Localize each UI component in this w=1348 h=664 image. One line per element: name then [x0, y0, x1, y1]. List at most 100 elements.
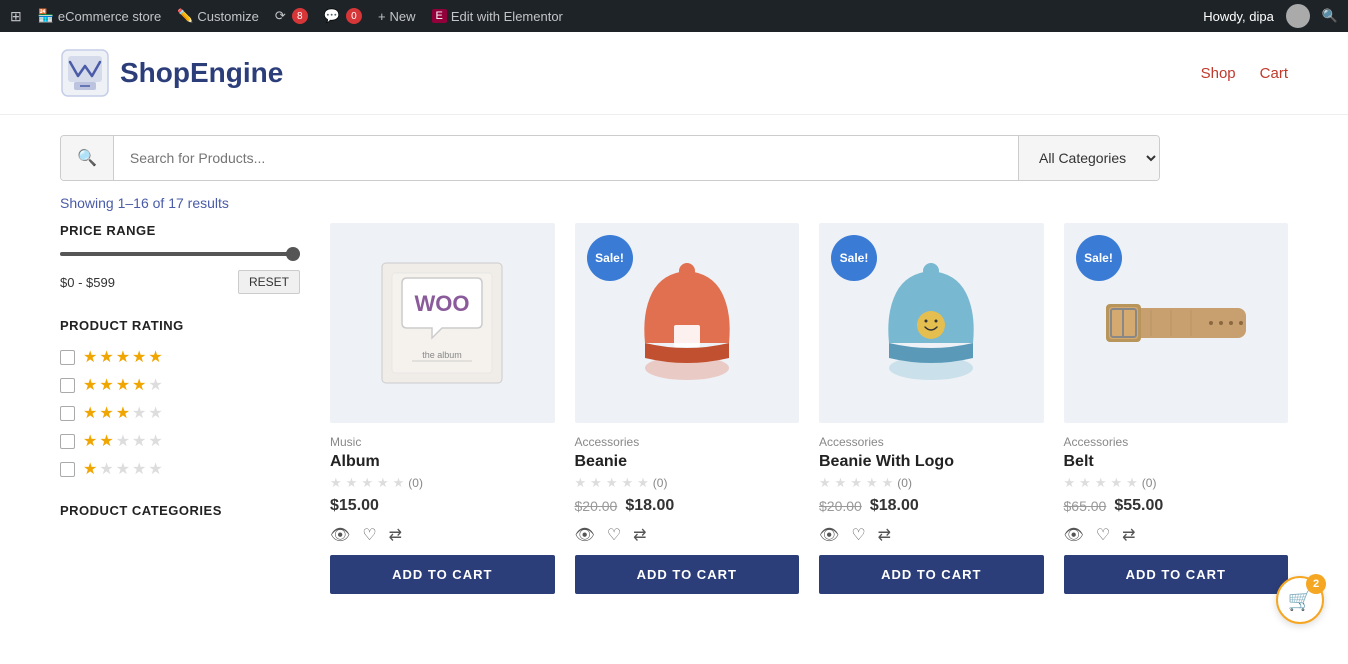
rating-4-stars[interactable]: ★ ★ ★ ★ ★: [60, 375, 300, 395]
search-input[interactable]: [114, 136, 1018, 180]
logo-text: ShopEngine: [120, 57, 283, 89]
view-icon-beanie[interactable]: 👁: [575, 525, 595, 545]
view-icon-album[interactable]: 👁: [330, 525, 350, 545]
main-layout: PRICE RANGE $0 - $599 RESET PRODUCT RATI…: [0, 223, 1348, 594]
wp-logo-icon: ⊞: [10, 8, 22, 25]
product-image-beanie[interactable]: Sale!: [575, 223, 800, 423]
admin-customize[interactable]: ✏️ Customize: [177, 8, 259, 24]
wishlist-icon-album[interactable]: ♡: [362, 525, 376, 545]
product-card-album: WOO the album Music Album ★ ★ ★ ★ ★ (0) …: [330, 223, 555, 594]
admin-updates[interactable]: ⟳ 8: [275, 8, 308, 24]
add-to-cart-belt[interactable]: ADD TO CART: [1064, 555, 1289, 594]
admin-new[interactable]: + New: [378, 9, 416, 24]
cart-count: 2: [1306, 574, 1326, 594]
nav-cart[interactable]: Cart: [1260, 65, 1288, 82]
rating-3-checkbox[interactable]: [60, 406, 75, 421]
rating-5-stars[interactable]: ★ ★ ★ ★ ★: [60, 347, 300, 367]
product-card-beanie-logo: Sale! Accessories: [819, 223, 1044, 594]
updates-count: 8: [292, 8, 308, 24]
admin-bar-right: Howdy, dipa 🔍: [1203, 4, 1338, 28]
product-card-beanie: Sale! Accessories Beanie ★: [575, 223, 800, 594]
product-price-beanie-logo: $20.00 $18.00: [819, 497, 1044, 515]
add-to-cart-album[interactable]: ADD TO CART: [330, 555, 555, 594]
sale-badge-beanie: Sale!: [587, 235, 633, 281]
add-to-cart-beanie[interactable]: ADD TO CART: [575, 555, 800, 594]
add-to-cart-beanie-logo[interactable]: ADD TO CART: [819, 555, 1044, 594]
category-select[interactable]: All Categories Accessories Music Clothin…: [1018, 136, 1159, 180]
comments-count: 0: [346, 8, 362, 24]
howdy-text: Howdy, dipa: [1203, 9, 1274, 24]
price-original-beanie-logo: $20.00: [819, 498, 862, 514]
admin-elementor[interactable]: E Edit with Elementor: [432, 9, 563, 24]
compare-icon-beanie[interactable]: ⇄: [633, 525, 646, 545]
product-price-belt: $65.00 $55.00: [1064, 497, 1289, 515]
search-button[interactable]: 🔍: [61, 136, 114, 180]
rating-3-stars[interactable]: ★ ★ ★ ★ ★: [60, 403, 300, 423]
admin-site-name[interactable]: 🏪 eCommerce store: [38, 8, 162, 24]
product-rating-belt: ★ ★ ★ ★ ★ (0): [1064, 475, 1289, 491]
elementor-label: Edit with Elementor: [451, 9, 563, 24]
rating-4-checkbox[interactable]: [60, 378, 75, 393]
rating-4-stars-display: ★ ★ ★ ★ ★: [83, 375, 163, 395]
rating-1-star[interactable]: ★ ★ ★ ★ ★: [60, 459, 300, 479]
rating-count-beanie: (0): [653, 476, 668, 490]
product-actions-beanie-logo: 👁 ♡ ⇄: [819, 525, 1044, 545]
compare-icon-belt[interactable]: ⇄: [1122, 525, 1135, 545]
price-current-beanie-logo: $18.00: [870, 497, 919, 515]
admin-comments[interactable]: 💬 0: [324, 8, 362, 24]
price-original-belt: $65.00: [1064, 498, 1107, 514]
price-current-beanie: $18.00: [625, 497, 674, 515]
view-icon-beanie-logo[interactable]: 👁: [819, 525, 839, 545]
price-range-track[interactable]: [60, 252, 300, 256]
admin-bar: ⊞ 🏪 eCommerce store ✏️ Customize ⟳ 8 💬 0…: [0, 0, 1348, 32]
beanie-logo-image-svg: [866, 253, 996, 393]
sale-badge-beanie-logo: Sale!: [831, 235, 877, 281]
rating-1-checkbox[interactable]: [60, 462, 75, 477]
product-price-beanie: $20.00 $18.00: [575, 497, 800, 515]
rating-1-star-display: ★ ★ ★ ★ ★: [83, 459, 163, 479]
svg-text:WOO: WOO: [415, 291, 470, 316]
site-navigation: Shop Cart: [1201, 65, 1288, 82]
cart-bubble[interactable]: 🛒 2: [1276, 576, 1324, 624]
price-range-value: $0 - $599: [60, 275, 115, 290]
customize-label: Customize: [197, 9, 258, 24]
price-range-fill: [60, 252, 300, 256]
admin-search-icon[interactable]: 🔍: [1322, 8, 1338, 24]
price-current-album: $15.00: [330, 497, 379, 515]
view-icon-belt[interactable]: 👁: [1064, 525, 1084, 545]
product-image-belt[interactable]: Sale!: [1064, 223, 1289, 423]
compare-icon-beanie-logo[interactable]: ⇄: [878, 525, 891, 545]
price-current-belt: $55.00: [1114, 497, 1163, 515]
product-card-belt: Sale!: [1064, 223, 1289, 594]
site-logo[interactable]: ShopEngine: [60, 48, 283, 98]
nav-shop[interactable]: Shop: [1201, 65, 1236, 82]
product-category-album: Music: [330, 435, 555, 449]
admin-wp-logo[interactable]: ⊞: [10, 8, 22, 25]
site-icon: 🏪: [38, 8, 54, 24]
product-rating-beanie: ★ ★ ★ ★ ★ (0): [575, 475, 800, 491]
price-range-title: PRICE RANGE: [60, 223, 300, 238]
rating-5-checkbox[interactable]: [60, 350, 75, 365]
compare-icon-album[interactable]: ⇄: [389, 525, 402, 545]
product-image-beanie-logo[interactable]: Sale!: [819, 223, 1044, 423]
wishlist-icon-beanie-logo[interactable]: ♡: [851, 525, 865, 545]
price-range-thumb[interactable]: [286, 247, 300, 261]
product-name-album: Album: [330, 453, 555, 471]
rating-2-stars[interactable]: ★ ★ ★ ★ ★: [60, 431, 300, 451]
price-original-beanie: $20.00: [575, 498, 618, 514]
product-name-beanie: Beanie: [575, 453, 800, 471]
rating-2-checkbox[interactable]: [60, 434, 75, 449]
new-label: New: [390, 9, 416, 24]
rating-5-stars-display: ★ ★ ★ ★ ★: [83, 347, 163, 367]
rating-2-stars-display: ★ ★ ★ ★ ★: [83, 431, 163, 451]
reset-button[interactable]: RESET: [238, 270, 300, 294]
wishlist-icon-beanie[interactable]: ♡: [607, 525, 621, 545]
sale-badge-belt: Sale!: [1076, 235, 1122, 281]
product-actions-belt: 👁 ♡ ⇄: [1064, 525, 1289, 545]
product-image-album[interactable]: WOO the album: [330, 223, 555, 423]
search-bar: 🔍 All Categories Accessories Music Cloth…: [60, 135, 1160, 181]
product-category-beanie: Accessories: [575, 435, 800, 449]
logo-svg-icon: [60, 48, 110, 98]
sidebar: PRICE RANGE $0 - $599 RESET PRODUCT RATI…: [60, 223, 300, 594]
wishlist-icon-belt[interactable]: ♡: [1096, 525, 1110, 545]
